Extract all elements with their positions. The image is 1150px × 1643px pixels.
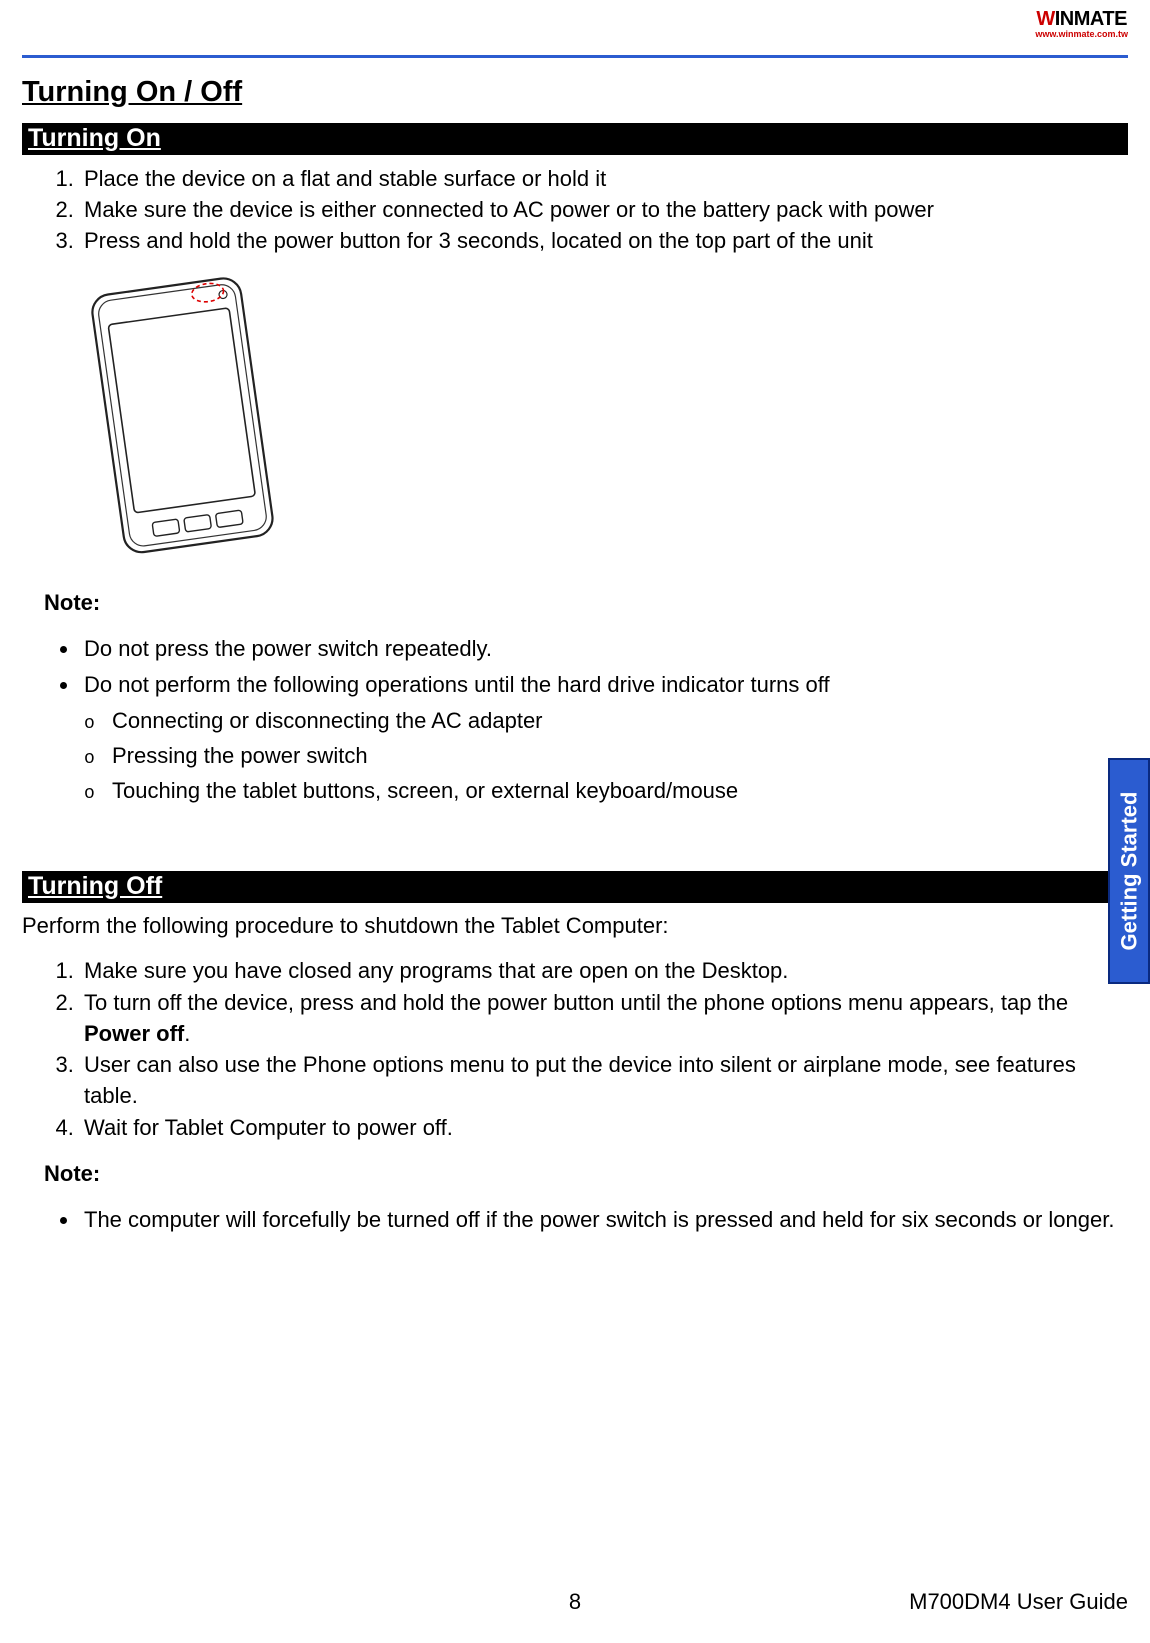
section-heading-off: Turning Off (22, 871, 1128, 903)
turning-off-notes: The computer will forcefully be turned o… (22, 1203, 1128, 1237)
list-item: Place the device on a flat and stable su… (80, 163, 1128, 194)
list-item: Wait for Tablet Computer to power off. (80, 1112, 1128, 1143)
footer: 8 M700DM4 User Guide (22, 1589, 1128, 1615)
list-item: The computer will forcefully be turned o… (80, 1203, 1128, 1237)
list-item: Do not press the power switch repeatedly… (80, 632, 1128, 666)
step2-b: Power off (84, 1021, 184, 1046)
list-item: Do not perform the following operations … (80, 668, 1128, 809)
brand-logo: WINMATE www.winmate.com.tw (1035, 8, 1128, 39)
section-heading-on: Turning On (22, 123, 1128, 155)
list-item: Touching the tablet buttons, screen, or … (112, 774, 1128, 809)
device-illustration (80, 267, 290, 572)
section-tab: Getting Started (1108, 758, 1150, 984)
note-label: Note: (44, 590, 1128, 616)
turning-on-notes: Do not press the power switch repeatedly… (22, 632, 1128, 809)
note-text: Do not perform the following operations … (84, 672, 830, 697)
brand-name: WINMATE (1035, 8, 1128, 31)
tablet-device-icon (80, 267, 290, 572)
list-item: To turn off the device, press and hold t… (80, 987, 1128, 1049)
page-number: 8 (569, 1589, 581, 1615)
header-rule (22, 55, 1128, 58)
list-item: User can also use the Phone options menu… (80, 1049, 1128, 1111)
list-item: Make sure the device is either connected… (80, 194, 1128, 225)
page-title: Turning On / Off (22, 76, 1128, 109)
content: Turning On / Off Turning On Place the de… (0, 76, 1150, 1237)
list-item: Make sure you have closed any programs t… (80, 955, 1128, 986)
brand-rest: INMATE (1055, 8, 1127, 30)
turning-off-steps: Make sure you have closed any programs t… (22, 955, 1128, 1142)
brand-letter-w: W (1036, 8, 1054, 30)
sub-list: Connecting or disconnecting the AC adapt… (84, 704, 1128, 809)
turning-off-intro: Perform the following procedure to shutd… (22, 911, 1128, 942)
list-item: Pressing the power switch (112, 739, 1128, 774)
turning-on-steps: Place the device on a flat and stable su… (22, 163, 1128, 257)
step2-c: . (184, 1021, 190, 1046)
section-tab-label: Getting Started (1116, 792, 1142, 951)
header: WINMATE www.winmate.com.tw (0, 0, 1150, 55)
doc-name: M700DM4 User Guide (909, 1589, 1128, 1615)
list-item: Connecting or disconnecting the AC adapt… (112, 704, 1128, 739)
list-item: Press and hold the power button for 3 se… (80, 225, 1128, 256)
step2-a: To turn off the device, press and hold t… (84, 990, 1068, 1015)
brand-url: www.winmate.com.tw (1035, 29, 1128, 39)
note-label: Note: (44, 1161, 1128, 1187)
